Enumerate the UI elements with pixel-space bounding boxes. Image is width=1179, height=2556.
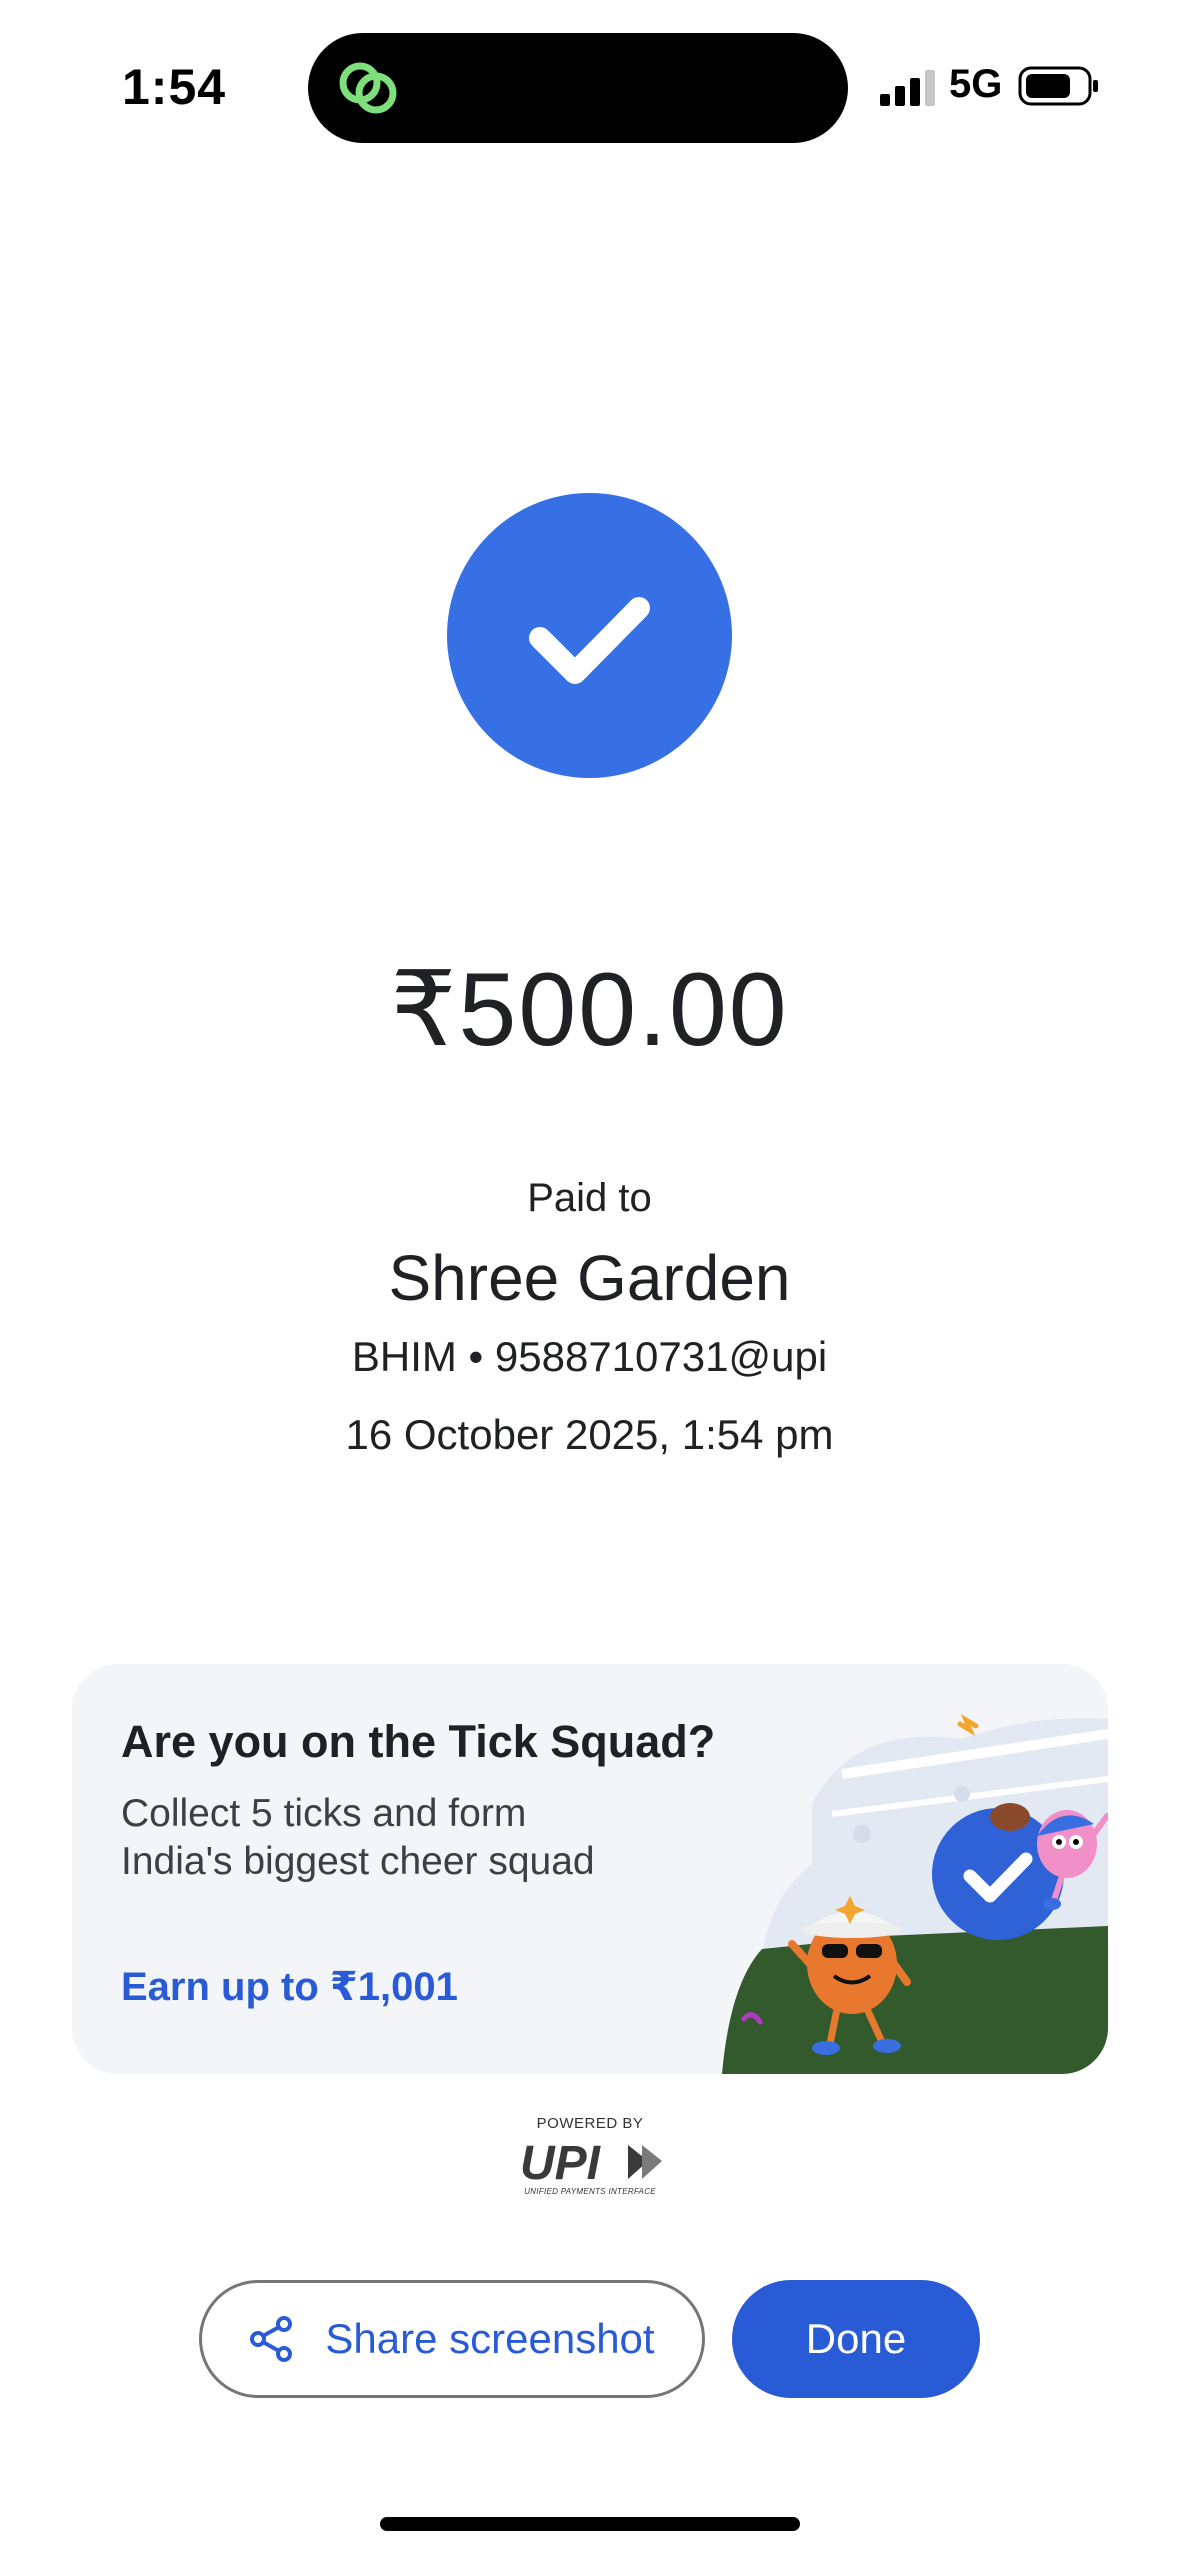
promo-title: Are you on the Tick Squad?	[121, 1716, 716, 1767]
payment-amount: ₹500.00	[390, 952, 789, 1068]
upi-logo-mark: UPI	[520, 2137, 662, 2187]
payment-datetime: 16 October 2025, 1:54 pm	[345, 1411, 834, 1458]
dynamic-island	[308, 33, 848, 143]
payee-upi-id: BHIM • 9588710731@upi	[351, 1333, 828, 1380]
share-icon	[250, 2316, 293, 2362]
payee-name: Shree Garden	[388, 1242, 791, 1314]
upi-powered-by-label: POWERED BY	[536, 2115, 644, 2132]
upi-logo-text: UPI	[520, 2137, 602, 2187]
status-time: 1:54	[122, 59, 227, 115]
battery-icon	[1018, 66, 1098, 106]
share-screenshot-button[interactable]: Share screenshot	[199, 2280, 705, 2398]
success-indicator	[447, 493, 732, 778]
cellular-signal-icon	[880, 70, 935, 106]
promo-description-line: Collect 5 ticks and form	[121, 1792, 527, 1835]
home-indicator[interactable]	[380, 2517, 800, 2531]
checkmark-icon	[529, 597, 650, 684]
tick-squad-illustration	[722, 1714, 1108, 2074]
done-button[interactable]: Done	[732, 2280, 980, 2398]
earn-reward-link[interactable]: Earn up to ₹1,001	[121, 1964, 458, 2010]
upi-logo: POWERED BY UPI UNIFIED PAYMENTS INTERFAC…	[508, 2115, 672, 2203]
payment-success-screen: 1:54 5G ₹500.00 Paid to Shree Garden BHI…	[0, 0, 1179, 2556]
network-type: 5G	[949, 62, 1003, 106]
paid-to-label: Paid to	[527, 1176, 652, 1220]
upi-subtitle: UNIFIED PAYMENTS INTERFACE	[524, 2187, 656, 2196]
promo-description-line: India's biggest cheer squad	[121, 1840, 595, 1883]
share-button-label: Share screenshot	[325, 2315, 655, 2362]
promo-description: Collect 5 ticks and form India's biggest…	[121, 1790, 681, 1886]
done-button-label: Done	[805, 2315, 907, 2362]
tick-squad-promo-card[interactable]: Are you on the Tick Squad? Collect 5 tic…	[72, 1664, 1108, 2074]
green-link-icon	[339, 62, 397, 114]
